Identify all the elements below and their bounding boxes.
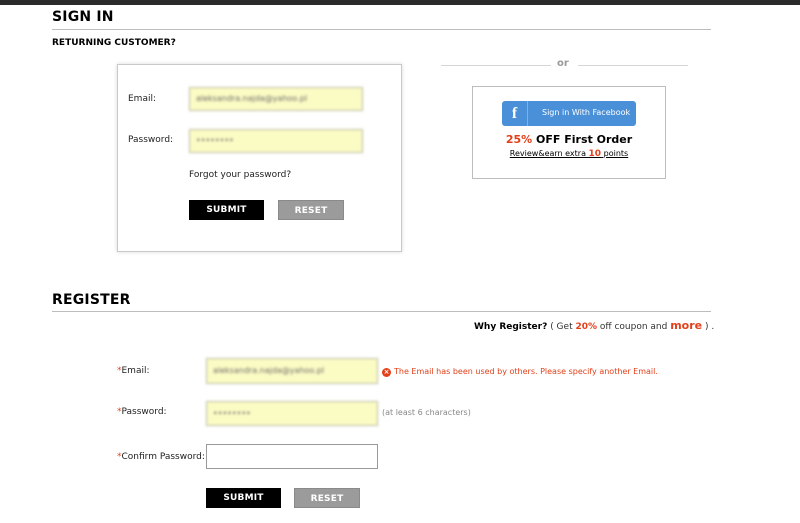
review-suffix: points	[601, 149, 629, 158]
confirm-password-label-text: Confirm Password:	[121, 452, 205, 462]
login-form: Email: aleksandra.najda@yahoo.pl Passwor…	[117, 64, 402, 252]
login-email-label: Email:	[128, 94, 157, 104]
promo-percent: 25%	[505, 133, 533, 146]
confirm-password-input[interactable]	[206, 444, 378, 469]
register-email-input[interactable]: aleksandra.najda@yahoo.pl	[206, 358, 378, 384]
why-percent: 20%	[575, 322, 598, 332]
login-email-input[interactable]: aleksandra.najda@yahoo.pl	[189, 87, 363, 111]
register-password-input[interactable]: ••••••••	[206, 401, 378, 426]
promo-text: OFF First Order	[532, 133, 633, 146]
review-points: 10	[588, 149, 602, 159]
first-order-promo: 25% OFF First Order	[473, 133, 665, 146]
register-password-label: *Password:	[117, 407, 167, 417]
login-reset-button[interactable]: RESET	[278, 200, 344, 220]
returning-customer-heading: RETURNING CUSTOMER?	[52, 38, 176, 48]
password-hint: (at least 6 characters)	[382, 408, 471, 417]
review-earn-link[interactable]: Review&earn extra 10 points	[473, 149, 665, 159]
facebook-icon: f	[502, 101, 528, 126]
register-email-error: The Email has been used by others. Pleas…	[394, 367, 658, 376]
or-divider-right	[578, 65, 688, 66]
why-register-title: Why Register?	[474, 322, 548, 332]
signin-title: SIGN IN	[52, 9, 114, 25]
login-password-label: Password:	[128, 135, 174, 145]
top-bar	[0, 0, 800, 5]
facebook-signin-box: f Sign in With Facebook 25% OFF First Or…	[472, 86, 666, 179]
why-more-link[interactable]: more	[670, 319, 702, 332]
register-email-label: *Email:	[117, 366, 150, 376]
forgot-password-link[interactable]: Forgot your password?	[189, 170, 291, 180]
error-icon: ×	[382, 368, 391, 377]
register-reset-button[interactable]: RESET	[294, 488, 360, 508]
confirm-password-label: *Confirm Password:	[117, 452, 205, 462]
why-open: ( Get	[547, 322, 576, 332]
register-submit-button[interactable]: SUBMIT	[206, 488, 281, 508]
facebook-signin-button[interactable]: f Sign in With Facebook	[502, 101, 636, 126]
facebook-signin-label: Sign in With Facebook	[542, 108, 631, 117]
why-register: Why Register? ( Get 20% off coupon and m…	[474, 319, 714, 332]
why-close: ) .	[702, 322, 715, 332]
register-email-label-text: Email:	[121, 366, 150, 376]
register-divider	[52, 311, 711, 312]
register-title: REGISTER	[52, 292, 131, 308]
register-password-label-text: Password:	[121, 407, 167, 417]
signin-divider	[52, 29, 711, 30]
or-divider-left	[441, 65, 551, 66]
why-mid: off coupon and	[597, 322, 671, 332]
login-password-input[interactable]: ••••••••	[189, 129, 363, 153]
review-prefix: Review&earn extra	[509, 149, 589, 158]
login-submit-button[interactable]: SUBMIT	[189, 200, 264, 220]
or-text: or	[557, 58, 569, 69]
